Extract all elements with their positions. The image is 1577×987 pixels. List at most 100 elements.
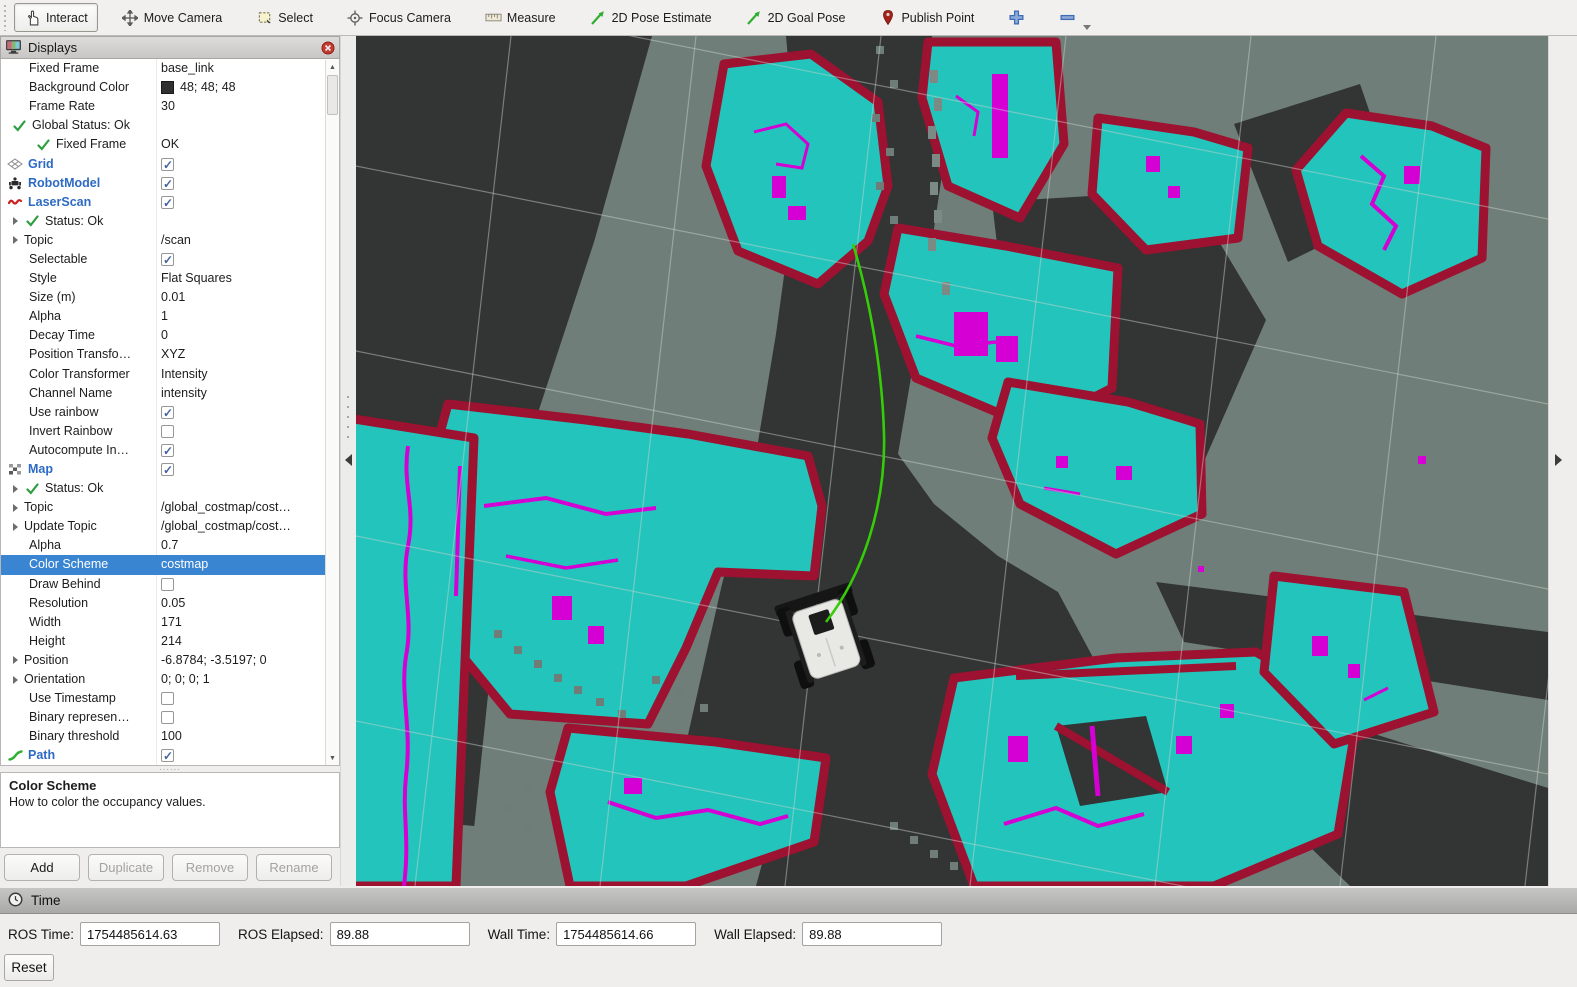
row-update-topic[interactable]: Update Topic/global_costmap/cost… [1,517,339,536]
property-value-cell[interactable] [157,250,339,269]
checkbox[interactable] [161,253,174,266]
row-orientation[interactable]: Orientation0; 0; 0; 1 [1,670,339,689]
property-value-cell[interactable] [157,154,339,173]
row-topic[interactable]: Topic/scan [1,231,339,250]
row-global-status-ok[interactable]: Global Status: Ok [1,116,339,135]
row-autocompute-in[interactable]: Autocompute In… [1,441,339,460]
reset-button[interactable]: Reset [4,954,54,981]
property-value-cell[interactable]: /scan [157,231,339,250]
property-value-cell[interactable]: 0 [157,326,339,345]
property-value-cell[interactable] [157,708,339,727]
row-resolution[interactable]: Resolution0.05 [1,594,339,613]
branch-expander-icon[interactable] [13,676,18,684]
property-value-cell[interactable]: 30 [157,97,339,116]
property-value-cell[interactable]: Intensity [157,365,339,384]
property-value-cell[interactable] [157,575,339,594]
row-invert-rainbow[interactable]: Invert Rainbow [1,422,339,441]
property-value-cell[interactable]: OK [157,135,339,154]
time-panel-header[interactable]: Time [0,888,1577,914]
displays-panel-header[interactable]: Displays [0,36,340,59]
checkbox[interactable] [161,177,174,190]
property-value-cell[interactable]: 1 [157,307,339,326]
property-value-cell[interactable]: 0.01 [157,288,339,307]
row-decay-time[interactable]: Decay Time0 [1,326,339,345]
property-value-cell[interactable]: 0.7 [157,536,339,555]
scroll-up-icon[interactable]: ▲ [326,60,339,74]
checkbox[interactable] [161,444,174,457]
row-robotmodel[interactable]: RobotModel [1,174,339,193]
property-value-cell[interactable]: -6.8784; -3.5197; 0 [157,651,339,670]
wall-time-input[interactable] [556,922,696,946]
row-use-rainbow[interactable]: Use rainbow [1,403,339,422]
row-size-m[interactable]: Size (m)0.01 [1,288,339,307]
ros-elapsed-input[interactable] [330,922,470,946]
property-value-cell[interactable] [157,689,339,708]
row-grid[interactable]: Grid [1,154,339,173]
row-status-ok[interactable]: Status: Ok [1,212,339,231]
property-value-cell[interactable] [157,193,339,212]
dock-collapse-strip[interactable] [340,36,356,886]
checkbox[interactable] [161,196,174,209]
row-path[interactable]: Path [1,746,339,765]
row-binary-represen[interactable]: Binary represen… [1,708,339,727]
expand-right-icon[interactable] [1555,454,1562,466]
row-color-transformer[interactable]: Color TransformerIntensity [1,365,339,384]
close-icon[interactable] [321,41,335,55]
tool-focus-camera[interactable]: Focus Camera [337,3,461,32]
row-fixed-frame[interactable]: Fixed FrameOK [1,135,339,154]
scrollbar-thumb[interactable] [327,75,338,115]
row-alpha[interactable]: Alpha1 [1,307,339,326]
checkbox[interactable] [161,749,174,762]
row-style[interactable]: StyleFlat Squares [1,269,339,288]
render-view[interactable] [356,36,1548,886]
tool-measure[interactable]: Measure [475,3,566,32]
property-value-cell[interactable]: intensity [157,384,339,403]
property-value-cell[interactable] [157,460,339,479]
branch-expander-icon[interactable] [13,523,18,531]
tool-publish-point[interactable]: Publish Point [869,3,984,32]
row-color-scheme[interactable]: Color Schemecostmap [1,555,339,574]
color-swatch[interactable] [161,81,174,94]
row-draw-behind[interactable]: Draw Behind [1,575,339,594]
tool-select[interactable]: Select [246,3,323,32]
branch-expander-icon[interactable] [13,485,18,493]
row-position-transfo[interactable]: Position Transfo…XYZ [1,345,339,364]
wall-elapsed-input[interactable] [802,922,942,946]
tool-interact[interactable]: Interact [14,3,98,32]
row-use-timestamp[interactable]: Use Timestamp [1,689,339,708]
row-topic[interactable]: Topic/global_costmap/cost… [1,498,339,517]
branch-expander-icon[interactable] [13,504,18,512]
row-alpha[interactable]: Alpha0.7 [1,536,339,555]
row-status-ok[interactable]: Status: Ok [1,479,339,498]
property-value-cell[interactable]: 48; 48; 48 [157,78,339,97]
property-value-cell[interactable] [157,746,339,765]
property-value-cell[interactable]: costmap [157,555,339,574]
property-value-cell[interactable]: XYZ [157,345,339,364]
property-value-cell[interactable] [157,479,339,498]
row-fixed-frame[interactable]: Fixed Framebase_link [1,59,339,78]
row-width[interactable]: Width171 [1,613,339,632]
property-value-cell[interactable]: 171 [157,613,339,632]
right-collapse-strip[interactable] [1548,36,1577,886]
row-binary-threshold[interactable]: Binary threshold100 [1,727,339,746]
ros-time-input[interactable] [80,922,220,946]
property-value-cell[interactable]: 214 [157,632,339,651]
add-tool-button[interactable] [998,3,1035,32]
toolbar-grip[interactable] [2,5,10,31]
add-button[interactable]: Add [4,854,80,881]
checkbox[interactable] [161,711,174,724]
tool-options-caret-icon[interactable] [1083,25,1091,30]
property-value-cell[interactable]: 0; 0; 0; 1 [157,670,339,689]
row-frame-rate[interactable]: Frame Rate30 [1,97,339,116]
checkbox[interactable] [161,692,174,705]
scroll-down-icon[interactable]: ▼ [326,751,339,765]
branch-expander-icon[interactable] [13,656,18,664]
branch-expander-icon[interactable] [13,217,18,225]
property-value-cell[interactable] [157,212,339,231]
property-value-cell[interactable]: base_link [157,59,339,78]
remove-tool-button[interactable] [1049,3,1086,32]
property-value-cell[interactable]: /global_costmap/cost… [157,517,339,536]
property-value-cell[interactable] [157,403,339,422]
row-background-color[interactable]: Background Color48; 48; 48 [1,78,339,97]
tree-scrollbar[interactable]: ▲ ▼ [325,60,339,765]
